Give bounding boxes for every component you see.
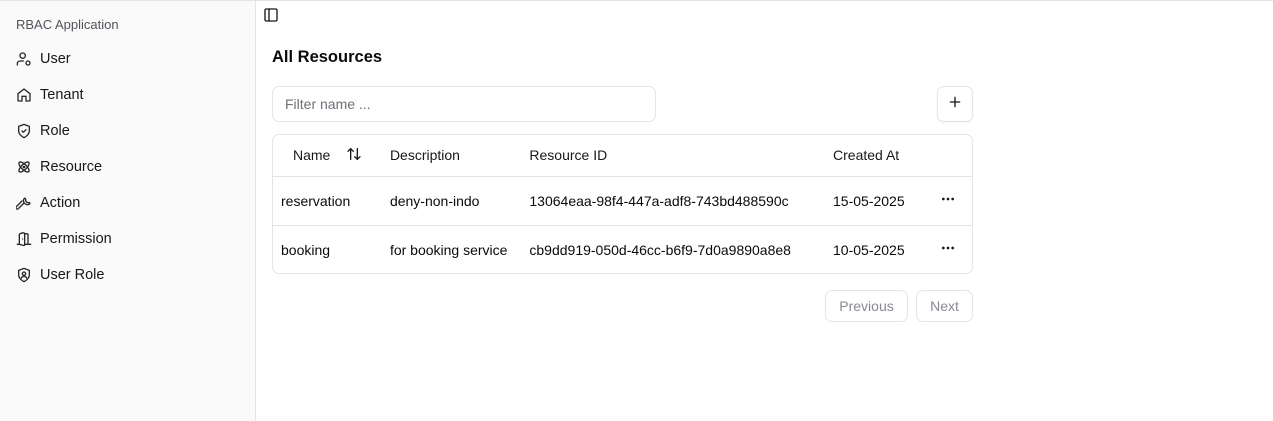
plus-icon [947, 94, 963, 115]
row-actions-button[interactable] [932, 234, 964, 266]
sidebar-item-label: User [40, 51, 71, 67]
filter-name-input[interactable] [272, 86, 656, 122]
resources-table: Name Description Resource ID Created At [272, 134, 973, 274]
sidebar-item-label: Action [40, 195, 81, 211]
cell-name: reservation [273, 176, 382, 226]
column-header-actions [923, 135, 972, 177]
cell-resource-id: 13064eaa-98f4-447a-adf8-743bd488590c [521, 176, 826, 226]
app-root: RBAC Application User Tenant Role Resour… [0, 0, 1273, 421]
previous-page-button[interactable]: Previous [825, 290, 908, 322]
sidebar: RBAC Application User Tenant Role Resour… [0, 1, 256, 421]
column-header-resource-id: Resource ID [521, 135, 826, 177]
cell-name: booking [281, 241, 331, 258]
sort-name-button[interactable]: Name [281, 146, 362, 165]
column-header-name: Name [273, 135, 382, 177]
column-header-label: Name [293, 147, 331, 164]
cell-description: for booking service [389, 241, 508, 258]
more-horizontal-icon [940, 191, 956, 210]
sidebar-toggle-icon[interactable] [263, 7, 279, 23]
user-cog-icon [16, 51, 32, 67]
arrow-up-down-icon [346, 146, 362, 165]
wrench-icon [16, 195, 32, 211]
sidebar-item-user-role[interactable]: User Role [8, 257, 247, 293]
cell-created-at: 10-05-2025 [833, 241, 905, 258]
sidebar-item-user[interactable]: User [8, 41, 247, 77]
cell-resource-id: cb9dd919-050d-46cc-b6f9-7d0a9890a8e8 [529, 241, 791, 258]
cell-actions [924, 225, 972, 273]
sidebar-item-label: User Role [40, 267, 105, 283]
table-header-row: Name Description Resource ID Created At [273, 135, 972, 177]
next-page-button[interactable]: Next [916, 290, 973, 322]
sidebar-item-action[interactable]: Action [8, 185, 247, 221]
table-row: reservation deny-non-indo 13064eaa-98f4-… [273, 176, 972, 226]
sidebar-item-resource[interactable]: Resource [8, 149, 247, 185]
shield-check-icon [16, 123, 32, 139]
cell-created-at: 15-05-2025 [825, 176, 924, 226]
door-open-icon [16, 231, 32, 247]
sidebar-item-label: Resource [40, 159, 103, 175]
column-header-description: Description [381, 135, 522, 177]
shield-user-icon [16, 267, 32, 283]
cell-actions [923, 176, 972, 226]
sidebar-item-permission[interactable]: Permission [8, 221, 247, 257]
table-row: booking for booking service cb9dd919-050… [273, 225, 972, 273]
cell-description: deny-non-indo [381, 176, 522, 226]
sidebar-item-label: Permission [40, 231, 112, 247]
sidebar-item-role[interactable]: Role [8, 113, 247, 149]
sidebar-item-tenant[interactable]: Tenant [8, 77, 247, 113]
main-content: All Resources Filter name ... Name Descr… [256, 1, 1273, 421]
home-icon [16, 87, 32, 103]
row-actions-button[interactable] [932, 185, 964, 217]
atom-icon [16, 159, 32, 175]
sidebar-title: RBAC Application [16, 17, 119, 32]
page-title: All Resources [272, 48, 383, 66]
add-resource-button[interactable] [937, 86, 973, 122]
sidebar-item-label: Tenant [40, 87, 84, 103]
sidebar-item-label: Role [40, 123, 70, 139]
column-header-created-at: Created At [825, 135, 924, 177]
more-horizontal-icon [940, 240, 956, 259]
